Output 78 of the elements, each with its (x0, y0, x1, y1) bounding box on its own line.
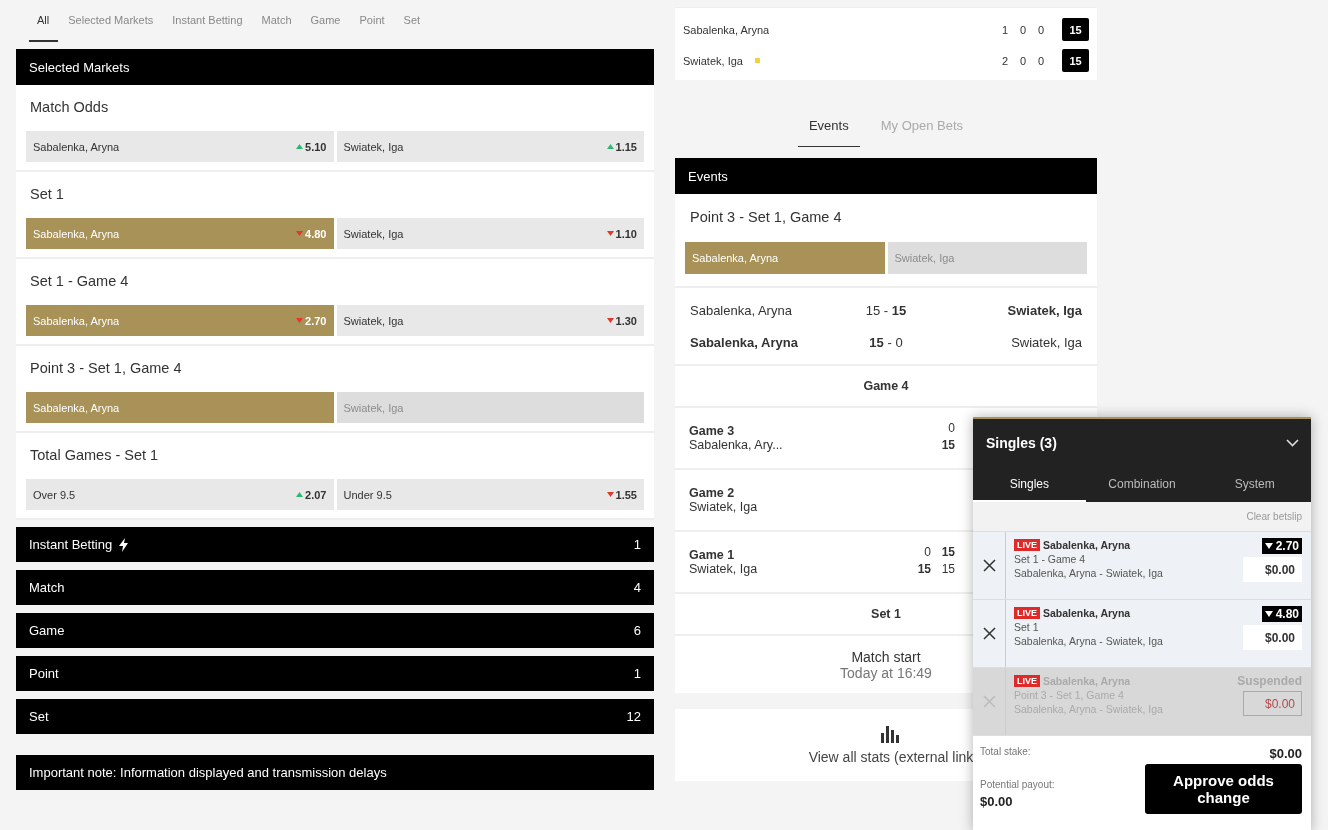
stake-input[interactable]: $0.00 (1243, 625, 1302, 650)
live-badge: LIVE (1014, 539, 1040, 551)
bet-event: Sabalenka, Aryna - Swiatek, Iga (1014, 567, 1164, 579)
section-header: Selected Markets (16, 49, 654, 85)
set-score: 0 (1018, 54, 1028, 67)
market-title: Set 1 - Game 4 (29, 272, 130, 291)
point-score: 15 (1062, 18, 1089, 41)
chevron-down-icon[interactable] (1286, 439, 1299, 447)
game-score: 0 (947, 421, 955, 437)
category-bar[interactable]: Game 6 (16, 613, 654, 648)
game-score: 15 (940, 545, 955, 561)
odds-button[interactable]: Over 9.5 2.07 (26, 479, 334, 510)
betslip-tab[interactable]: Combination (1085, 467, 1199, 502)
betslip-tab[interactable]: System (1198, 467, 1311, 502)
market-title: Total Games - Set 1 (29, 446, 160, 465)
total-stake-value: $0.00 (1269, 746, 1302, 761)
stats-link[interactable]: View all stats (external link (808, 748, 974, 765)
section-header: Events (675, 158, 1097, 194)
odds-button[interactable]: Swiatek, Iga 1.30 (336, 305, 644, 336)
point-score: 15 (1062, 49, 1089, 72)
player-name: Swiatek, Iga (689, 562, 759, 576)
market-title: Set 1 (29, 185, 65, 204)
category-bar[interactable]: Match 4 (16, 570, 654, 605)
game-title: Game 3 (689, 424, 736, 438)
approve-button[interactable]: Approve odds change (1145, 764, 1302, 814)
payout-value: $0.00 (980, 794, 1014, 809)
odds-button[interactable]: Under 9.5 1.55 (336, 479, 644, 510)
category-bar[interactable]: Point 1 (16, 656, 654, 691)
odds-button[interactable]: Swiatek, Iga 1.10 (336, 218, 644, 249)
point-score: 15 - 15 (864, 302, 908, 318)
live-badge: LIVE (1014, 675, 1040, 687)
bar-chart-icon (881, 725, 901, 743)
point-score: 15 - 0 (868, 334, 904, 350)
player-name: Sabalenka, Aryna (690, 334, 799, 350)
betslip-title: Singles (3) (986, 435, 1057, 451)
odds-badge: 4.80 (1261, 606, 1302, 622)
game-title: Game 2 (689, 486, 736, 500)
game-score: 15 (940, 438, 955, 454)
payout-label: Potential payout: (980, 779, 1055, 790)
set-score: 0 (1036, 54, 1046, 67)
odds-button[interactable]: Swiatek, Iga 1.15 (336, 131, 644, 162)
bet-selection: Sabalenka, Aryna (1043, 539, 1131, 551)
set-score: 2 (1000, 54, 1010, 67)
close-icon[interactable] (982, 627, 996, 640)
player-name: Swiatek, Iga (1010, 334, 1082, 350)
category-bar[interactable]: Set 12 (16, 699, 654, 734)
set-score: 0 (1036, 23, 1046, 36)
player-name: Swiatek, Iga (683, 54, 743, 67)
market-title: Point 3 - Set 1, Game 4 (689, 208, 843, 227)
game-heading: Game 4 (675, 366, 1097, 408)
odds-badge: 2.70 (1261, 538, 1302, 554)
bet-market: Set 1 (1014, 621, 1040, 633)
live-badge: LIVE (1014, 607, 1040, 619)
market-title: Point 3 - Set 1, Game 4 (29, 359, 183, 378)
game-score: 15 (916, 562, 931, 578)
player-name: Sabalenka, Aryna (690, 302, 793, 318)
player-name: Sabalenka, Ary... (689, 438, 784, 452)
player-name: Swiatek, Iga (689, 500, 759, 514)
player-name: Sabalenka, Aryna (683, 23, 770, 36)
game-title: Game 1 (689, 548, 736, 562)
events-tab[interactable]: Events (797, 105, 860, 147)
match-start-time: Today at 16:49 (840, 665, 932, 681)
game-score: 0 (923, 545, 931, 561)
market-title: Match Odds (29, 98, 110, 117)
bet-event: Sabalenka, Aryna - Swiatek, Iga (1014, 635, 1164, 647)
match-start-label: Match start (851, 649, 921, 665)
set-score: 0 (1018, 23, 1028, 36)
odds-button[interactable]: Sabalenka, Aryna 5.10 (26, 131, 334, 162)
filter-tab[interactable]: All (29, 0, 59, 42)
game-score: 15 (940, 562, 955, 578)
important-note-bar[interactable]: Important note: Information displayed and transmission delays (16, 755, 654, 790)
set-score: 1 (1000, 23, 1010, 36)
close-icon[interactable] (982, 559, 996, 572)
total-stake-label: Total stake: (980, 746, 1032, 757)
stake-input[interactable]: $0.00 (1243, 557, 1302, 582)
bet-market: Set 1 - Game 4 (1014, 553, 1087, 565)
player-name: Swiatek, Iga (1006, 302, 1082, 318)
category-bar[interactable]: Instant Betting 1 (16, 527, 654, 562)
